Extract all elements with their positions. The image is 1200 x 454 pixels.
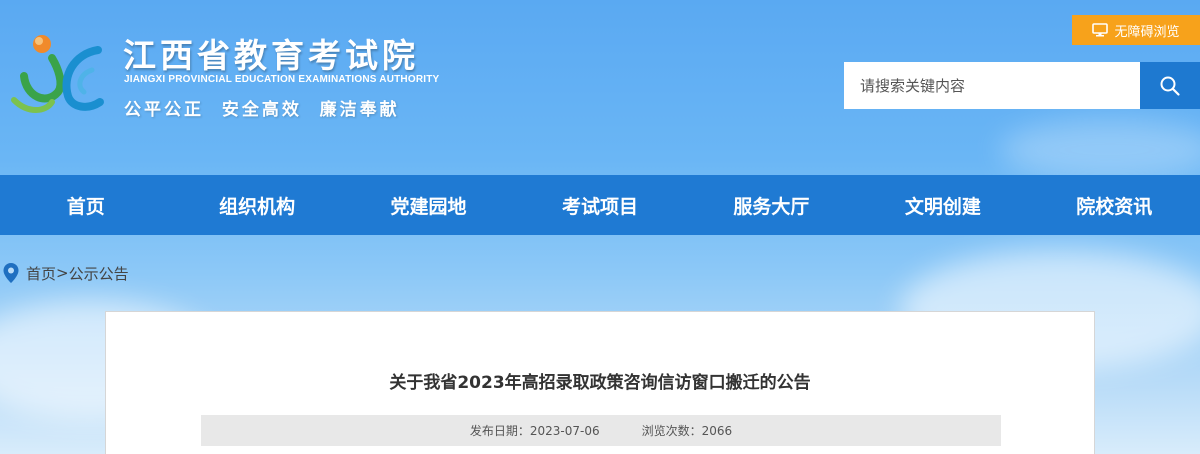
publish-date-label: 发布日期： xyxy=(469,424,530,438)
nav-item-college-news[interactable]: 院校资讯 xyxy=(1029,175,1200,235)
breadcrumb-current[interactable]: 公示公告 xyxy=(69,263,129,284)
nav-item-civilization[interactable]: 文明创建 xyxy=(857,175,1028,235)
breadcrumb-home-link[interactable]: 首页 xyxy=(26,263,56,284)
article-card: 关于我省2023年高招录取政策咨询信访窗口搬迁的公告 发布日期： 2023-07… xyxy=(105,311,1095,454)
main-nav: 首页 组织机构 党建园地 考试项目 服务大厅 文明创建 院校资讯 xyxy=(0,175,1200,235)
nav-item-party-building[interactable]: 党建园地 xyxy=(343,175,514,235)
accessibility-button[interactable]: 无障碍浏览 xyxy=(1072,15,1200,45)
site-header: 江西省教育考试院 JIANGXI PROVINCIAL EDUCATION EX… xyxy=(0,0,1200,175)
nav-item-home[interactable]: 首页 xyxy=(0,175,171,235)
site-slogan: 公平公正 安全高效 廉洁奉献 xyxy=(124,100,400,120)
search-button[interactable] xyxy=(1140,62,1200,109)
nav-item-exam-projects[interactable]: 考试项目 xyxy=(514,175,685,235)
search-input[interactable] xyxy=(844,62,1140,109)
location-pin-icon xyxy=(3,263,19,283)
monitor-icon xyxy=(1092,23,1109,37)
nav-item-organization[interactable]: 组织机构 xyxy=(171,175,342,235)
search-box xyxy=(844,62,1200,109)
publish-date: 2023-07-06 xyxy=(529,423,600,438)
view-count-label: 浏览次数： xyxy=(641,424,702,438)
breadcrumb-separator: > xyxy=(56,264,69,282)
search-icon xyxy=(1160,76,1180,96)
site-title: 江西省教育考试院 xyxy=(123,36,419,75)
accessibility-label: 无障碍浏览 xyxy=(1114,24,1180,40)
jx-logo-icon xyxy=(11,35,104,113)
article-meta-bar: 发布日期： 2023-07-06 浏览次数： 2066 xyxy=(201,415,1001,446)
article-title: 关于我省2023年高招录取政策咨询信访窗口搬迁的公告 xyxy=(389,373,811,393)
breadcrumb: 首页 > 公示公告 xyxy=(0,262,129,284)
site-subtitle-english: JIANGXI PROVINCIAL EDUCATION EXAMINATION… xyxy=(124,74,440,85)
nav-item-service-hall[interactable]: 服务大厅 xyxy=(686,175,857,235)
view-count: 2066 xyxy=(701,423,733,438)
